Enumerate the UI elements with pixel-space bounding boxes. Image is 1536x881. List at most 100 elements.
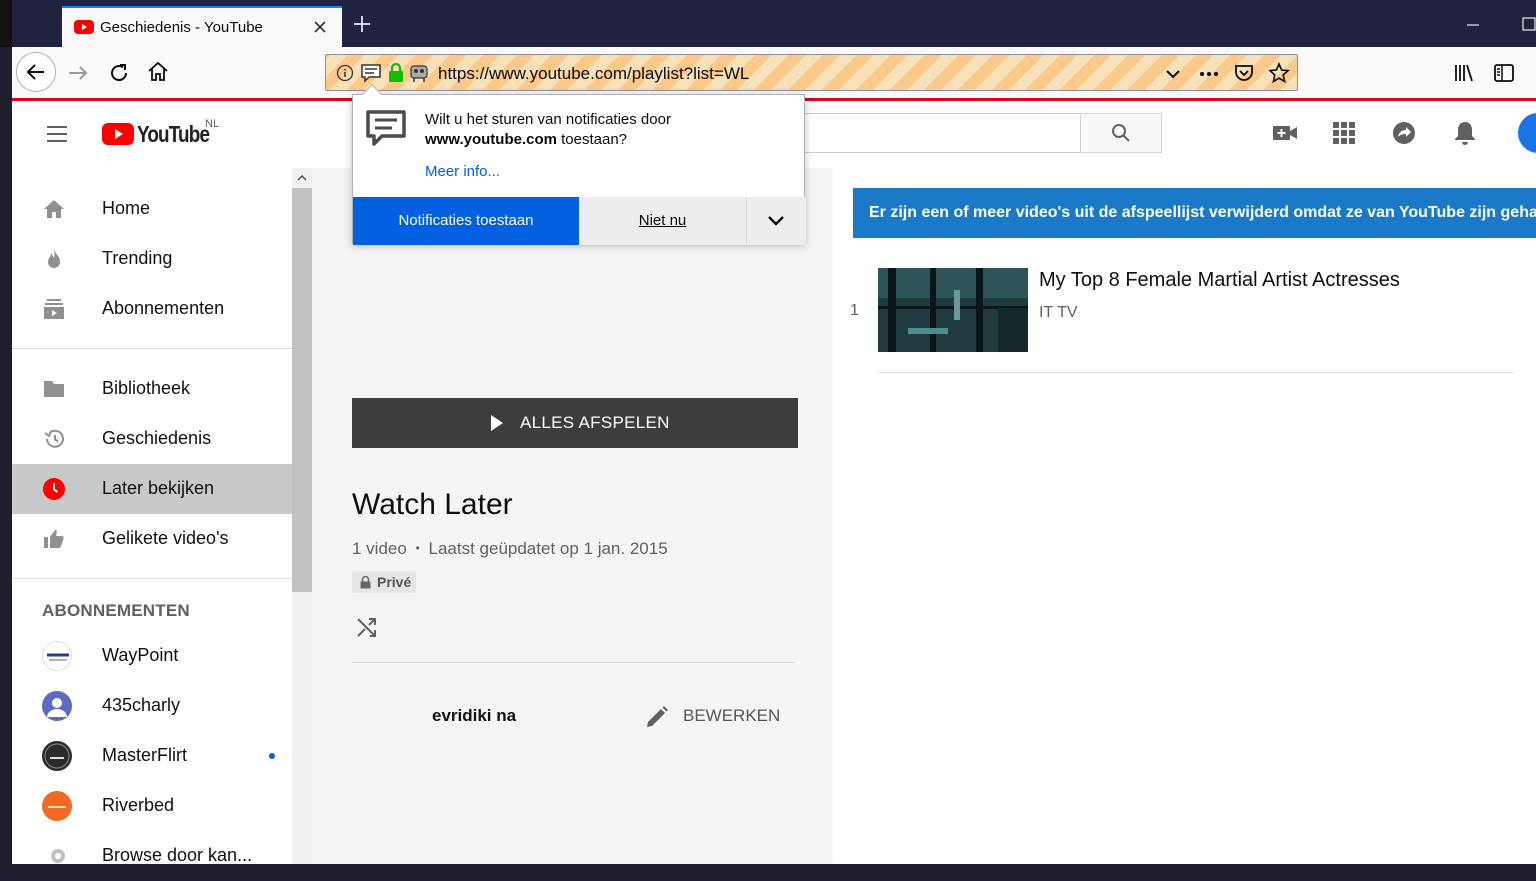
youtube-logo-text: YouTube	[137, 121, 210, 147]
sidebar-item-label: Browse door kan...	[102, 845, 253, 865]
window-edge	[0, 0, 12, 47]
browse-channels-icon	[51, 849, 65, 863]
sidebar-item-subscriptions[interactable]: Abonnementen	[12, 284, 292, 334]
search-icon	[1112, 124, 1130, 142]
url-dropdown-chevron-icon[interactable]	[1164, 65, 1182, 83]
bookmark-star-icon[interactable]	[1268, 62, 1290, 84]
notification-popup-icon	[365, 109, 407, 149]
tab-close-icon[interactable]	[312, 19, 328, 35]
sidebar-item-liked-videos[interactable]: Gelikete video's	[12, 514, 292, 564]
notifications-bell-icon[interactable]	[1453, 120, 1477, 146]
new-tab-icon[interactable]	[352, 14, 372, 34]
back-button[interactable]	[16, 52, 56, 92]
notification-permission-popup: Wilt u het sturen van notificaties door …	[352, 84, 806, 245]
pocket-icon[interactable]	[1233, 63, 1255, 83]
lock-icon[interactable]	[388, 63, 404, 83]
avatar	[42, 641, 72, 671]
playlist-divider	[352, 662, 794, 663]
sidebar-item-label: Gelikete video's	[102, 528, 229, 548]
back-arrow-icon	[26, 64, 44, 80]
apps-grid-icon[interactable]	[1333, 122, 1355, 144]
lock-small-icon	[360, 576, 371, 589]
popup-more-options-button[interactable]	[747, 197, 806, 245]
info-icon[interactable]	[336, 64, 354, 82]
shuffle-icon[interactable]	[355, 615, 379, 639]
play-all-button[interactable]: ALLES AFSPELEN	[352, 398, 798, 448]
browser-tab-active[interactable]: Geschiedenis - YouTube	[62, 6, 342, 47]
home-icon	[44, 200, 64, 218]
play-icon	[491, 415, 503, 431]
privacy-label: Privé	[377, 574, 412, 590]
hamburger-menu-icon[interactable]	[45, 122, 69, 146]
playlist-owner[interactable]: evridiki na	[432, 706, 516, 726]
home-toolbar-icon[interactable]	[146, 60, 170, 84]
sidebar-item-trending[interactable]: Trending	[12, 234, 292, 284]
search-input[interactable]	[802, 113, 1082, 153]
sidebar-item-library[interactable]: Bibliotheek	[12, 364, 292, 414]
sidebar-browse-channels[interactable]: Browse door kan...	[12, 831, 292, 881]
more-info-link[interactable]: Meer info...	[425, 163, 500, 180]
removed-videos-banner: Er zijn een of meer video's uit de afspe…	[853, 188, 1536, 238]
sidebar-divider	[12, 348, 292, 349]
video-title[interactable]: My Top 8 Female Martial Artist Actresses	[1039, 269, 1400, 292]
subscriptions-icon	[44, 299, 64, 319]
sidebar-sub-waypoint[interactable]: WayPoint	[12, 631, 292, 681]
not-now-button[interactable]: Niet nu	[579, 197, 747, 245]
autoplay-permission-icon[interactable]	[408, 62, 430, 84]
account-avatar[interactable]	[1518, 113, 1536, 153]
sidebar-item-history[interactable]: Geschiedenis	[12, 414, 292, 464]
edit-button[interactable]: BEWERKEN	[644, 702, 784, 730]
notification-permission-icon[interactable]	[360, 63, 382, 83]
sidebar-item-label: Geschiedenis	[102, 428, 212, 448]
video-index: 1	[850, 302, 859, 319]
sidebar-toggle-icon[interactable]	[1492, 61, 1516, 85]
playlist-title: Watch Later	[352, 488, 513, 521]
region-code: NL	[205, 118, 220, 130]
thumbs-up-icon	[44, 530, 64, 548]
avatar	[42, 741, 72, 771]
popup-message: Wilt u het sturen van notificaties door …	[425, 110, 795, 150]
avatar	[42, 691, 72, 721]
sidebar-item-home[interactable]: Home	[12, 184, 292, 234]
scroll-up-arrow-icon[interactable]	[296, 172, 308, 184]
share-messages-icon[interactable]	[1392, 121, 1416, 145]
library-icon[interactable]	[1452, 61, 1476, 85]
reload-icon[interactable]	[107, 61, 131, 85]
sidebar: Home Trending Abonnementen Bibliotheek G…	[12, 168, 292, 865]
url-bar[interactable]: https://www.youtube.com/playlist?list=WL	[325, 54, 1298, 91]
avatar	[42, 791, 72, 821]
sidebar-item-label: Home	[102, 198, 151, 218]
create-video-icon[interactable]	[1272, 121, 1298, 145]
maximize-icon[interactable]	[1522, 17, 1536, 31]
flame-icon	[48, 249, 60, 268]
sidebar-item-label: 435charly	[102, 695, 181, 715]
new-content-dot	[269, 753, 275, 759]
sidebar-item-label: Riverbed	[102, 795, 175, 815]
sidebar-item-label: MasterFlirt	[102, 745, 187, 765]
sidebar-scrollbar[interactable]	[292, 168, 312, 864]
meta-separator: •	[415, 541, 420, 555]
sidebar-sub-435charly[interactable]: 435charly	[12, 681, 292, 731]
allow-notifications-button[interactable]: Notificaties toestaan	[353, 197, 579, 245]
sidebar-sub-masterflirt[interactable]: MasterFlirt	[12, 731, 292, 781]
url-text: https://www.youtube.com/playlist?list=WL	[438, 64, 750, 83]
sidebar-item-watch-later[interactable]: Later bekijken	[12, 464, 292, 514]
popup-message-line: Wilt u het sturen van notificaties door	[425, 111, 671, 128]
banner-text: Er zijn een of meer video's uit de afspe…	[869, 204, 1536, 221]
sidebar-sub-riverbed[interactable]: Riverbed	[12, 781, 292, 831]
scrollbar-thumb[interactable]	[292, 188, 312, 592]
forward-arrow-icon[interactable]	[66, 61, 90, 85]
last-updated: Laatst geüpdatet op 1 jan. 2015	[428, 539, 668, 558]
not-now-label: Niet nu	[638, 212, 687, 229]
youtube-logo[interactable]: YouTube NL	[102, 118, 232, 151]
history-icon	[44, 429, 64, 448]
popup-domain: www.youtube.com	[425, 131, 557, 148]
privacy-badge[interactable]: Privé	[352, 571, 416, 593]
sidebar-item-label: Trending	[102, 248, 173, 268]
video-thumbnail[interactable]	[878, 268, 1028, 352]
page-actions-icon[interactable]	[1198, 65, 1220, 83]
minimize-icon[interactable]	[1466, 16, 1480, 30]
popup-message-tail: toestaan?	[556, 131, 628, 148]
video-channel[interactable]: IT TV	[1039, 304, 1078, 322]
search-button[interactable]	[1080, 113, 1162, 153]
